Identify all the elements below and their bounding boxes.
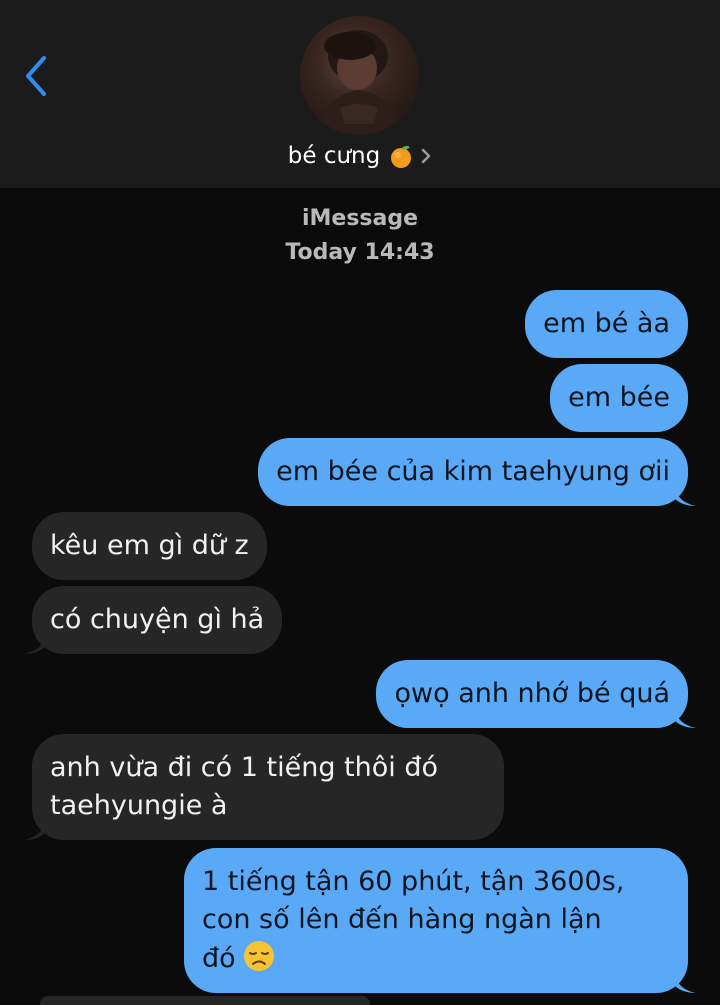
message-text: có chuyện gì hả (50, 604, 265, 635)
received-message-bubble[interactable]: kêu em gì dữ z (32, 512, 267, 580)
message-text: em bée của kim taehyung ơii (276, 456, 670, 487)
avatar-photo (315, 30, 404, 135)
conversation-header: bé cưng (0, 0, 720, 188)
message-text-line: đó (202, 943, 236, 974)
sent-message-bubble[interactable]: 1 tiếng tận 60 phút, tận 3600s, con số l… (184, 848, 696, 993)
chevron-left-icon (26, 56, 46, 96)
bubble-tail (24, 632, 46, 654)
sent-message-bubble[interactable]: em bée của kim taehyung ơii (258, 438, 696, 506)
message-text-line: anh vừa đi có 1 tiếng thôi đó (50, 752, 438, 783)
bubble-tail (674, 706, 696, 728)
tangerine-icon (391, 145, 412, 168)
chevron-right-icon (421, 148, 431, 164)
sent-message-bubble[interactable]: em bée (550, 364, 688, 432)
message-last-line: đó (202, 939, 670, 978)
service-label: iMessage (301, 206, 419, 231)
contact-name-button[interactable]: bé cưng (0, 138, 720, 174)
conversation-timestamp: Today 14:43 (285, 240, 435, 265)
chat-screen: bé cưng iMessage Today 14:43 em bé àa em… (0, 0, 720, 1005)
message-text: em bée (568, 382, 670, 413)
message-text-line: taehyungie à (50, 790, 228, 821)
bubble-tail (674, 484, 696, 506)
bubble-tail (674, 971, 696, 993)
back-button[interactable] (18, 52, 58, 100)
message-text-line: 1 tiếng tận 60 phút, tận 3600s, (202, 866, 625, 897)
contact-avatar[interactable] (300, 16, 419, 135)
received-message-bubble[interactable]: anh vừa đi có 1 tiếng thôi đó taehyungie… (24, 734, 504, 840)
message-text: kêu em gì dữ z (50, 530, 249, 561)
contact-name: bé cưng (287, 143, 381, 169)
message-text-line: con số lên đến hàng ngàn lận (202, 904, 602, 935)
bubble-tail (24, 818, 46, 840)
message-text: em bé àa (543, 308, 670, 339)
disappointed-face-icon (243, 941, 274, 971)
sent-message-bubble[interactable]: em bé àa (525, 290, 688, 358)
sent-message-bubble[interactable]: ọwọ anh nhớ bé quá (376, 660, 696, 728)
received-message-bubble[interactable]: có chuyện gì hả (24, 586, 283, 654)
message-text: ọwọ anh nhớ bé quá (394, 678, 670, 709)
partial-received-bubble (40, 996, 370, 1005)
